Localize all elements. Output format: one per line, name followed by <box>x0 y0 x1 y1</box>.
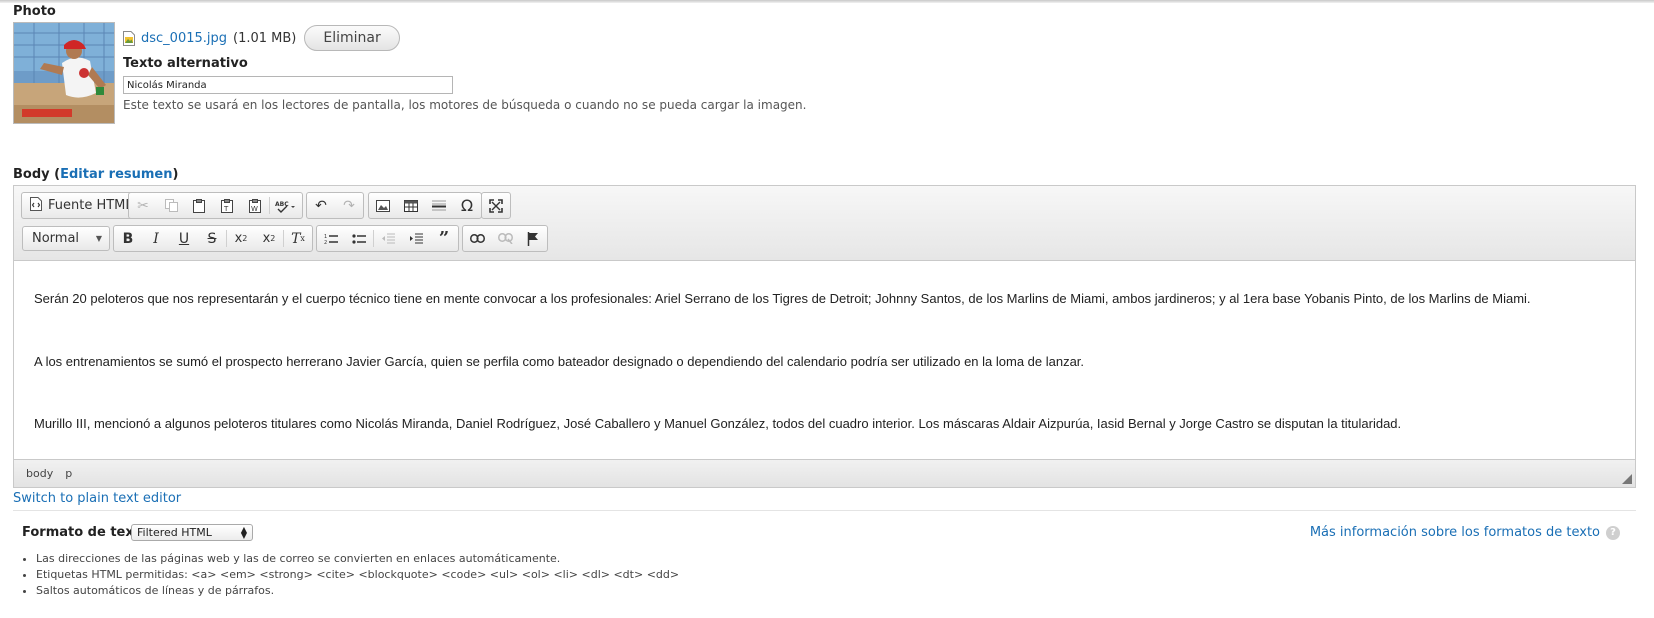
unlink-icon[interactable] <box>491 226 519 251</box>
photo-thumbnail-image <box>14 23 114 123</box>
content-paragraph-1: Serán 20 peloteros que nos representarán… <box>34 291 1531 306</box>
text-format-label: Formato de texto <box>22 525 149 540</box>
cut-icon[interactable]: ✂ <box>129 193 157 218</box>
link-group <box>462 225 548 252</box>
format-tip: Etiquetas HTML permitidas: <a> <em> <str… <box>36 567 679 583</box>
paste-icon[interactable] <box>185 193 213 218</box>
svg-text:T: T <box>223 205 229 213</box>
updown-arrows-icon: ▲ ▼ <box>240 524 247 540</box>
resize-grip-icon[interactable] <box>1622 474 1632 484</box>
source-icon <box>30 196 42 215</box>
text-format-selected: Filtered HTML <box>137 526 212 539</box>
chevron-down-icon: ▼ <box>95 234 102 243</box>
format-combo-value: Normal <box>32 231 80 246</box>
html-source-button[interactable]: Fuente HTML <box>22 193 141 218</box>
format-tips-list: Las direcciones de las páginas web y las… <box>22 551 679 599</box>
svg-text:2: 2 <box>324 240 327 245</box>
rich-text-editor: Fuente HTML ✂ T W ABC ↶ ↷ Ω Normal ▼ B I… <box>13 185 1636 488</box>
alt-text-input[interactable] <box>123 76 453 94</box>
editor-toolbar: Fuente HTML ✂ T W ABC ↶ ↷ Ω Normal ▼ B I… <box>14 186 1635 261</box>
maximize-group <box>481 192 511 219</box>
help-icon[interactable]: ? <box>1606 525 1620 540</box>
file-size: (1.01 MB) <box>233 30 297 46</box>
blockquote-icon[interactable]: ” <box>430 226 458 251</box>
redo-icon[interactable]: ↷ <box>335 193 363 218</box>
clipboard-group: ✂ T W ABC <box>128 192 303 219</box>
edit-summary-link[interactable]: Editar resumen <box>60 167 172 182</box>
indent-icon[interactable] <box>402 226 430 251</box>
body-label-close: ) <box>172 167 179 182</box>
undo-icon[interactable]: ↶ <box>307 193 335 218</box>
source-group: Fuente HTML <box>21 192 142 219</box>
basic-styles-group: B I U S x2 x2 Tx <box>113 225 313 252</box>
strike-icon[interactable]: S <box>198 226 226 251</box>
bulleted-list-icon[interactable] <box>345 226 373 251</box>
list-group: 12 ” <box>316 225 459 252</box>
format-tip: Las direcciones de las páginas web y las… <box>36 551 679 567</box>
maximize-icon[interactable] <box>482 193 510 218</box>
paste-text-icon[interactable]: T <box>213 193 241 218</box>
file-link[interactable]: dsc_0015.jpg <box>141 31 227 46</box>
photo-thumbnail[interactable] <box>13 22 115 124</box>
body-label-text: Body ( <box>13 167 61 182</box>
image-file-icon <box>123 30 135 46</box>
top-border <box>0 0 1654 3</box>
underline-icon[interactable]: U <box>170 226 198 251</box>
table-icon[interactable] <box>397 193 425 218</box>
paste-word-icon[interactable]: W <box>241 193 269 218</box>
outdent-icon[interactable] <box>374 226 402 251</box>
text-format-box: Formato de texto Filtered HTML ▲ ▼ Más in… <box>13 510 1636 610</box>
content-paragraph-2: A los entrenamientos se sumó el prospect… <box>34 354 1085 369</box>
special-char-icon[interactable]: Ω <box>453 193 481 218</box>
svg-text:ABC: ABC <box>275 201 289 208</box>
path-item-p[interactable]: p <box>65 467 72 480</box>
horizontal-rule-icon[interactable] <box>425 193 453 218</box>
subscript-icon[interactable]: x2 <box>227 226 255 251</box>
image-icon[interactable] <box>369 193 397 218</box>
switch-plain-text-link[interactable]: Switch to plain text editor <box>13 491 181 506</box>
remove-button[interactable]: Eliminar <box>304 25 400 51</box>
content-paragraph-3: Murillo III, mencionó a algunos pelotero… <box>34 416 1402 431</box>
alt-text-help: Este texto se usará en los lectores de p… <box>123 98 807 112</box>
path-item-body[interactable]: body <box>26 467 53 480</box>
spellcheck-icon[interactable]: ABC <box>270 193 302 218</box>
svg-text:W: W <box>251 205 258 213</box>
photo-field-label: Photo <box>13 4 56 19</box>
format-combo[interactable]: Normal ▼ <box>22 226 110 251</box>
copy-icon[interactable] <box>157 193 185 218</box>
undo-redo-group: ↶ ↷ <box>306 192 364 219</box>
remove-format-icon[interactable]: Tx <box>284 226 312 251</box>
more-info: Más información sobre los formatos de te… <box>1310 525 1620 540</box>
anchor-icon[interactable] <box>519 226 547 251</box>
html-source-label: Fuente HTML <box>48 198 133 213</box>
numbered-list-icon[interactable]: 12 <box>317 226 345 251</box>
italic-icon[interactable]: I <box>142 226 170 251</box>
element-path-bar: body p <box>14 459 1635 487</box>
body-field-label: Body (Editar resumen) <box>13 167 178 182</box>
text-format-select[interactable]: Filtered HTML ▲ ▼ <box>131 524 253 541</box>
bold-icon[interactable]: B <box>114 226 142 251</box>
file-row: dsc_0015.jpg (1.01 MB) Eliminar <box>123 24 400 52</box>
editor-content[interactable]: Serán 20 peloteros que nos representarán… <box>14 261 1635 461</box>
superscript-icon[interactable]: x2 <box>255 226 283 251</box>
more-info-link[interactable]: Más información sobre los formatos de te… <box>1310 525 1600 540</box>
link-icon[interactable] <box>463 226 491 251</box>
alt-text-label: Texto alternativo <box>123 56 248 71</box>
insert-group: Ω <box>368 192 482 219</box>
format-tip: Saltos automáticos de líneas y de párraf… <box>36 583 679 599</box>
